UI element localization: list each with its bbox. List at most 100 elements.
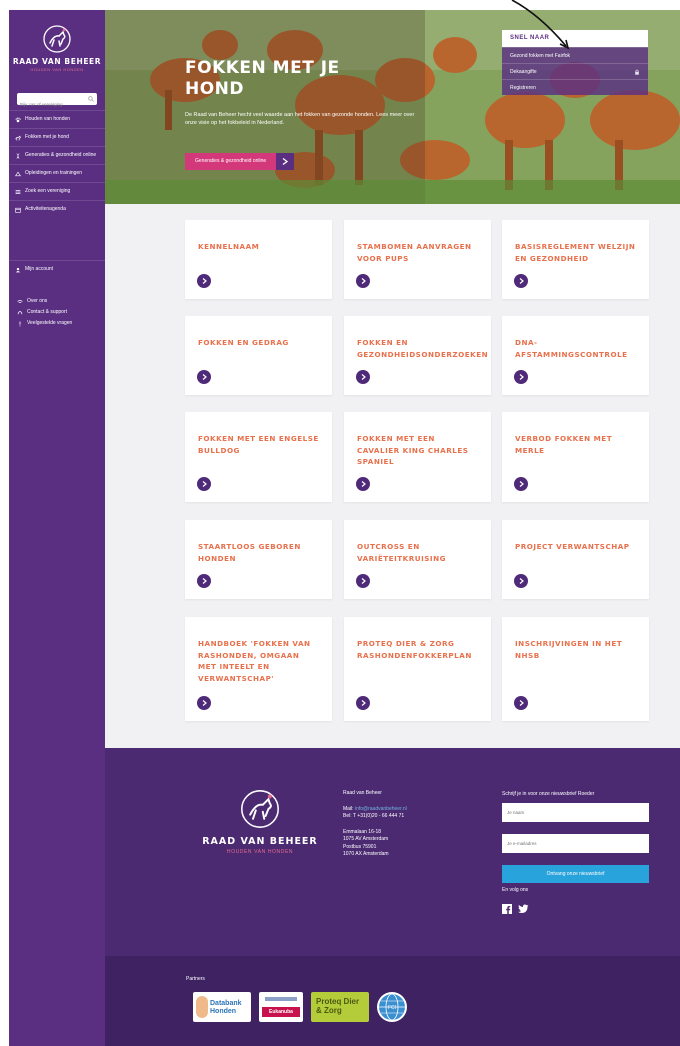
info-nav: Over ons Contact & support Veelgestelde …	[9, 296, 105, 329]
lock-icon	[635, 69, 639, 75]
hero-text: De Raad van Beheer hecht veel waarde aan…	[185, 112, 415, 126]
chevron-right-icon[interactable]	[514, 370, 528, 384]
quick-link-dekaangifte[interactable]: Dekaangifte	[502, 63, 648, 79]
partner-fci[interactable]: FCI	[377, 992, 407, 1022]
address-line: Postbus 75901	[343, 843, 377, 850]
link-faq[interactable]: Veelgestelde vragen	[9, 318, 105, 329]
chevron-right-icon[interactable]	[356, 477, 370, 491]
topic-card[interactable]: PROTEQ DIER & ZORG RASHONDENFOKKERPLAN	[344, 617, 491, 721]
topic-card-title: FOKKEN MET EEN CAVALIER KING CHARLES SPA…	[357, 434, 469, 466]
dog-icon	[15, 135, 21, 141]
chevron-right-icon[interactable]	[197, 696, 211, 710]
footer: RAAD VAN BEHEER HOUDEN VAN HONDEN Raad v…	[105, 748, 680, 956]
topic-grid: KENNELNAAM STAMBOMEN AANVRAGEN VOOR PUPS B…	[105, 204, 680, 748]
sidebar-item-label: Activiteitenagenda	[25, 206, 66, 212]
annotation-arrow-icon	[511, 0, 570, 50]
address-line: 1075 AV Amsterdam	[343, 836, 389, 842]
sidebar-item-agenda[interactable]: Activiteitenagenda	[9, 200, 105, 218]
chevron-right-icon[interactable]	[197, 574, 211, 588]
topic-card[interactable]: FOKKEN MET EEN CAVALIER KING CHARLES SPA…	[344, 412, 491, 502]
link-contact[interactable]: Contact & support	[9, 307, 105, 318]
sidebar-item-houden[interactable]: Houden van honden	[9, 110, 105, 128]
partner-proteq[interactable]: Proteq Dier & Zorg	[311, 992, 369, 1022]
newsletter-label: Schrijf je in voor onze nieuwsbrief Roed…	[502, 791, 595, 797]
sidebar-item-label: Zoek een vereniging	[25, 188, 71, 194]
topic-card[interactable]: OUTCROSS EN VARIËTEITKRUISING	[344, 520, 491, 599]
dna-icon	[16, 153, 20, 159]
topic-card-title: OUTCROSS EN VARIËTEITKRUISING	[357, 542, 447, 563]
partner-logo-icon	[265, 997, 297, 1001]
mail-link[interactable]: info@raadvanbeheer.nl	[355, 806, 407, 812]
chevron-right-icon[interactable]	[197, 477, 211, 491]
quick-link-registreren[interactable]: Registreren	[502, 79, 648, 95]
topic-card[interactable]: INSCHRIJVINGEN IN HET NHSB	[502, 617, 649, 721]
partner-name: Databank Honden	[210, 1000, 242, 1015]
link-label: Over ons	[27, 298, 48, 304]
partners-label: Partners	[186, 976, 205, 982]
topic-card[interactable]: FOKKEN MET EEN ENGELSE BULLDOG	[185, 412, 332, 502]
newsletter-name-input[interactable]	[502, 803, 649, 822]
chevron-right-icon[interactable]	[197, 370, 211, 384]
link-label: Contact & support	[27, 309, 68, 315]
brand-logo[interactable]: RAAD VAN BEHEER HOUDEN VAN HONDEN	[9, 24, 105, 72]
chevron-right-icon[interactable]	[514, 696, 528, 710]
newsletter-email-input[interactable]	[502, 834, 649, 853]
sidebar-item-account[interactable]: Mijn account	[9, 260, 105, 278]
sidebar-item-fokken[interactable]: Fokken met je hond	[9, 128, 105, 146]
footer-mail: Mail: info@raadvanbeheer.nl	[343, 806, 463, 814]
topic-card[interactable]: KENNELNAAM	[185, 220, 332, 299]
hero-cta-button[interactable]: Generaties & gezondheid online	[185, 153, 295, 170]
topic-card[interactable]: FOKKEN EN GEDRAG	[185, 316, 332, 395]
chevron-right-icon[interactable]	[514, 274, 528, 288]
hero-banner: FOKKEN MET JE HOND De Raad van Beheer he…	[105, 10, 680, 204]
search-input[interactable]	[17, 98, 85, 111]
topic-card[interactable]: DNA-AFSTAMMINGSCONTROLE	[502, 316, 649, 395]
chevron-right-icon[interactable]	[356, 274, 370, 288]
footer-logo[interactable]: RAAD VAN BEHEER HOUDEN VAN HONDEN	[195, 788, 325, 855]
topic-card[interactable]: VERBOD FOKKEN MET MERLE	[502, 412, 649, 502]
topic-card-title: FOKKEN EN GEZONDHEIDSONDERZOEKEN	[357, 338, 489, 359]
topic-card[interactable]: STAARTLOOS GEBOREN HONDEN	[185, 520, 332, 599]
sidebar-item-label: Houden van honden	[25, 116, 71, 122]
hero-cta-label: Generaties & gezondheid online	[185, 153, 277, 170]
facebook-icon[interactable]	[502, 901, 512, 914]
topic-card[interactable]: BASISREGLEMENT WELZIJN EN GEZONDHEID	[502, 220, 649, 299]
partner-eukanuba[interactable]: Eukanuba	[259, 992, 303, 1022]
link-label: Veelgestelde vragen	[27, 320, 73, 326]
topic-card-title: STAMBOMEN AANVRAGEN VOOR PUPS	[357, 242, 472, 263]
account-nav: Mijn account	[9, 260, 105, 278]
chevron-right-icon	[276, 153, 295, 170]
sidebar-item-vereniging[interactable]: Zoek een vereniging	[9, 182, 105, 200]
topic-card-title: FOKKEN EN GEDRAG	[198, 338, 289, 347]
globe-icon: FCI	[379, 993, 405, 1021]
chevron-right-icon[interactable]	[356, 696, 370, 710]
footer-brand-tagline: HOUDEN VAN HONDEN	[226, 849, 294, 855]
twitter-icon[interactable]	[518, 901, 529, 913]
user-icon	[15, 267, 21, 273]
mail-label: Mail:	[343, 805, 354, 812]
sidebar-item-opleidingen[interactable]: Opleidingen en trainingen	[9, 164, 105, 182]
sidebar-item-label: Generaties & gezondheid online	[25, 152, 97, 158]
footer-address: Raad van Beheer Mail: info@raadvanbeheer…	[343, 790, 463, 859]
topic-card[interactable]: FOKKEN EN GEZONDHEIDSONDERZOEKEN	[344, 316, 491, 395]
partner-databank-honden[interactable]: Databank Honden	[193, 992, 251, 1022]
quick-link-label: Registreren	[510, 85, 536, 91]
phone-label: Bel:	[343, 813, 352, 819]
chevron-right-icon[interactable]	[514, 477, 528, 491]
phone-value: T +31(0)20 - 66 444 71	[352, 813, 405, 819]
partner-name: FCI	[388, 1005, 396, 1011]
topic-card[interactable]: STAMBOMEN AANVRAGEN VOOR PUPS	[344, 220, 491, 299]
link-over-ons[interactable]: Over ons	[9, 296, 105, 307]
subscribe-button[interactable]: Ontvang onze nieuwsbrief	[502, 865, 649, 883]
topic-card[interactable]: HANDBOEK 'FOKKEN VAN RASHONDEN, OMGAAN M…	[185, 617, 332, 721]
search-icon[interactable]	[88, 96, 94, 102]
address-line: Emmalaan 16-18	[343, 828, 382, 835]
footer-brand-name: RAAD VAN BEHEER	[202, 836, 318, 847]
sidebar-item-generaties[interactable]: Generaties & gezondheid online	[9, 146, 105, 164]
chevron-right-icon[interactable]	[514, 574, 528, 588]
partner-photo-icon	[196, 996, 208, 1018]
chevron-right-icon[interactable]	[356, 574, 370, 588]
chevron-right-icon[interactable]	[356, 370, 370, 384]
chevron-right-icon[interactable]	[197, 274, 211, 288]
topic-card[interactable]: PROJECT VERWANTSCHAP	[502, 520, 649, 599]
